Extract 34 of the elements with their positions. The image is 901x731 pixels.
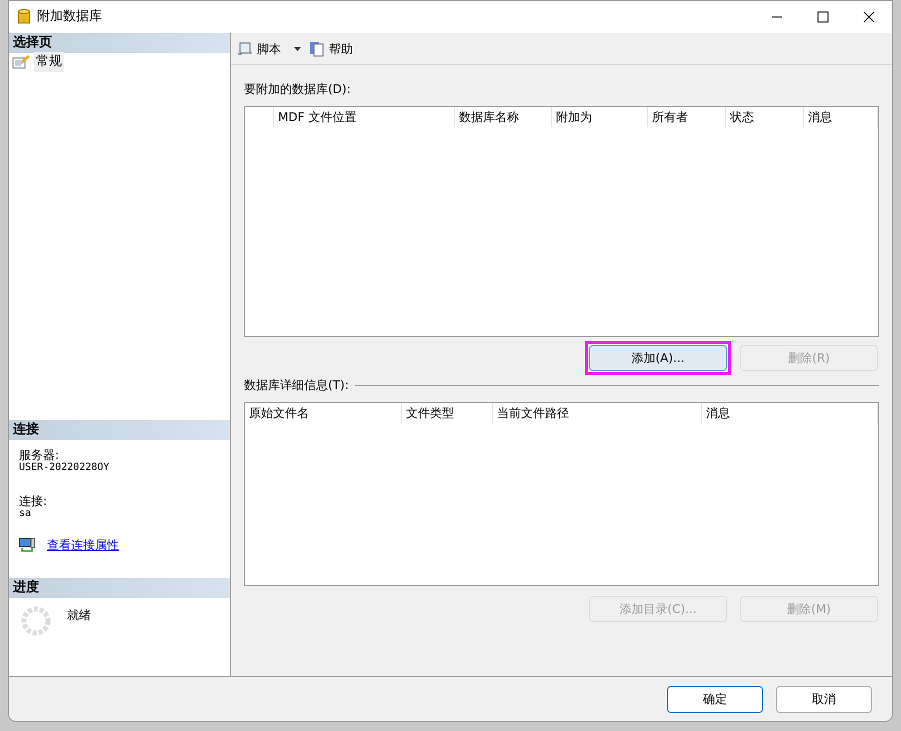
document-icon	[309, 40, 325, 56]
column-header[interactable]: MDF 文件位置	[274, 107, 455, 127]
spinner-icon	[21, 606, 51, 636]
window-title: 附加数据库	[37, 8, 102, 26]
section-header: 进度	[9, 578, 230, 598]
section-label: 数据库详细信息(T):	[244, 378, 349, 392]
section-header: 选择页	[9, 33, 230, 53]
page-icon	[12, 55, 30, 69]
column-header[interactable]: 所有者	[648, 107, 726, 127]
login-label: 连接:	[19, 494, 48, 508]
dialog-button[interactable]: 确定	[667, 686, 763, 712]
computer-icon	[19, 538, 35, 552]
column-header[interactable]: 原始文件名	[245, 403, 402, 423]
column-header[interactable]: 消息	[702, 403, 878, 423]
script-button[interactable]: 脚本	[257, 40, 281, 58]
column-header[interactable]: 消息	[804, 107, 878, 127]
dialog-button[interactable]: 添加(A)...	[589, 345, 727, 371]
progress-status: 就绪	[67, 607, 91, 624]
column-header[interactable]: 文件类型	[402, 403, 493, 423]
scroll-icon	[237, 40, 253, 56]
sidebar-item[interactable]: 常规	[34, 52, 64, 72]
database-icon	[18, 9, 30, 25]
column-header[interactable]: 状态	[726, 107, 804, 127]
dialog-button[interactable]: 取消	[776, 686, 872, 712]
server-name: USER-20220228OY	[19, 462, 110, 474]
server-label: 服务器:	[19, 448, 60, 462]
section-label: 要附加的数据库(D):	[244, 82, 352, 96]
column-header[interactable]: 数据库名称	[455, 107, 552, 127]
section-header: 连接	[9, 420, 230, 440]
connection-properties-link[interactable]: 查看连接属性	[47, 536, 119, 554]
login-name: sa	[19, 508, 32, 520]
help-button[interactable]: 帮助	[329, 40, 353, 58]
column-header[interactable]: 当前文件路径	[493, 403, 702, 423]
column-header[interactable]: 附加为	[552, 107, 648, 127]
